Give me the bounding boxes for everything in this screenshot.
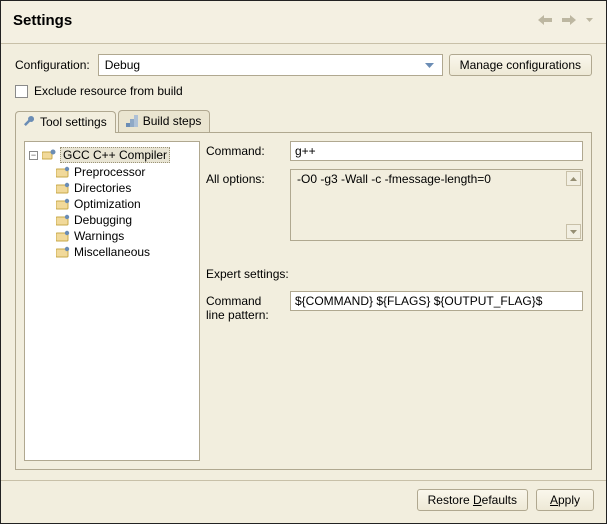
tree-node-label: Debugging — [74, 213, 132, 227]
folder-icon — [55, 165, 71, 179]
manage-configurations-button[interactable]: Manage configurations — [449, 54, 592, 76]
exclude-checkbox[interactable] — [15, 85, 28, 98]
page-title: Settings — [13, 12, 530, 29]
exclude-row: Exclude resource from build — [15, 84, 592, 98]
tool-icon — [41, 148, 57, 162]
folder-icon — [55, 229, 71, 243]
tree-root-gcc-compiler[interactable]: − GCC C++ Compiler — [27, 146, 197, 164]
tree-pane[interactable]: − GCC C++ Compiler Preprocessor Director… — [24, 141, 200, 461]
configuration-select[interactable]: Debug — [98, 54, 443, 76]
tree-item-warnings[interactable]: Warnings — [53, 228, 197, 244]
folder-icon — [55, 197, 71, 211]
folder-icon — [55, 181, 71, 195]
command-line-pattern-input[interactable] — [290, 291, 583, 311]
nav-forward-icon[interactable] — [560, 11, 578, 29]
scroll-down-icon[interactable] — [566, 224, 581, 239]
all-options-textarea[interactable]: -O0 -g3 -Wall -c -fmessage-length=0 — [290, 169, 583, 241]
footer: Restore Defaults Apply — [1, 480, 606, 523]
pattern-label: Command line pattern: — [206, 291, 284, 322]
tree-node-label: Optimization — [74, 197, 141, 211]
command-input[interactable] — [290, 141, 583, 161]
restore-defaults-button[interactable]: Restore Defaults — [417, 489, 528, 511]
body: Configuration: Debug Manage configuratio… — [1, 44, 606, 480]
folder-icon — [55, 213, 71, 227]
form-pane: Command: All options: -O0 -g3 -Wall -c -… — [204, 141, 583, 461]
tab-build-steps[interactable]: Build steps — [118, 110, 211, 132]
collapse-icon[interactable]: − — [29, 151, 38, 160]
all-options-label: All options: — [206, 169, 284, 186]
nav-back-icon[interactable] — [536, 11, 554, 29]
exclude-label: Exclude resource from build — [34, 84, 183, 98]
chevron-down-icon — [422, 63, 438, 68]
tree-item-miscellaneous[interactable]: Miscellaneous — [53, 244, 197, 260]
tabs: Tool settings Build steps — [15, 110, 592, 132]
command-row: Command: — [206, 141, 583, 161]
tree-item-optimization[interactable]: Optimization — [53, 196, 197, 212]
settings-window: Settings Configuration: Debug Manage con… — [0, 0, 607, 524]
wrench-icon — [22, 115, 36, 129]
tab-label: Build steps — [143, 114, 202, 128]
scrollbar[interactable] — [566, 171, 581, 239]
tree-node-label: Miscellaneous — [74, 245, 150, 259]
steps-icon — [125, 114, 139, 128]
tree-item-debugging[interactable]: Debugging — [53, 212, 197, 228]
folder-icon — [55, 245, 71, 259]
tree-node-label: Directories — [74, 181, 131, 195]
tree-children: Preprocessor Directories Optimization De… — [53, 164, 197, 260]
all-options-value: -O0 -g3 -Wall -c -fmessage-length=0 — [297, 172, 491, 186]
command-label: Command: — [206, 141, 284, 158]
apply-button[interactable]: Apply — [536, 489, 594, 511]
tree-node-label: Preprocessor — [74, 165, 145, 179]
tree-node-label: Warnings — [74, 229, 124, 243]
scroll-up-icon[interactable] — [566, 171, 581, 186]
configuration-label: Configuration: — [15, 58, 90, 72]
tree-item-directories[interactable]: Directories — [53, 180, 197, 196]
tool-settings-panel: − GCC C++ Compiler Preprocessor Director… — [15, 132, 592, 470]
expert-settings-title: Expert settings: — [206, 267, 583, 281]
pattern-row: Command line pattern: — [206, 291, 583, 322]
tree-item-preprocessor[interactable]: Preprocessor — [53, 164, 197, 180]
tab-label: Tool settings — [40, 115, 107, 129]
configuration-row: Configuration: Debug Manage configuratio… — [15, 54, 592, 76]
tree-node-label: GCC C++ Compiler — [60, 147, 170, 163]
titlebar: Settings — [1, 1, 606, 44]
tab-tool-settings[interactable]: Tool settings — [15, 111, 116, 133]
configuration-value: Debug — [105, 58, 140, 72]
all-options-row: All options: -O0 -g3 -Wall -c -fmessage-… — [206, 169, 583, 241]
nav-menu-caret-icon[interactable] — [584, 11, 594, 29]
